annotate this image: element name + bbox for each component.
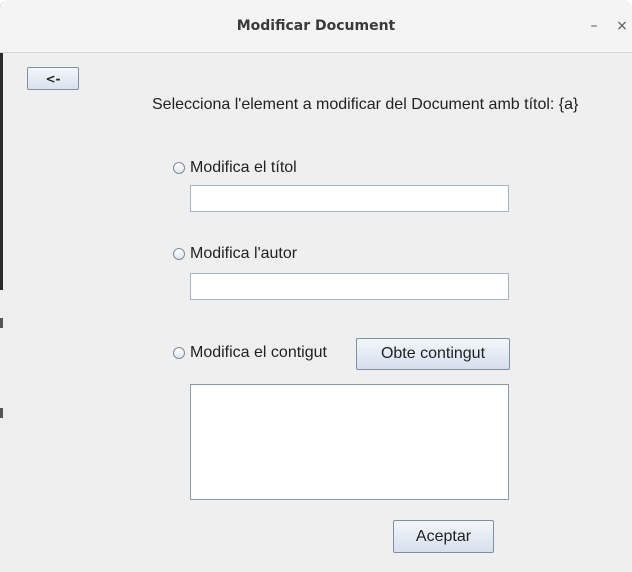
content-textarea[interactable]: [190, 384, 509, 500]
radio-modify-content-label: Modifica el contigut: [190, 344, 327, 361]
title-bar[interactable]: Modificar Document – ×: [0, 0, 632, 53]
radio-modify-author-label: Modifica l'autor: [190, 245, 298, 262]
radio-button-icon[interactable]: [173, 347, 185, 359]
get-content-button[interactable]: Obte contingut: [356, 338, 510, 370]
radio-modify-author[interactable]: Modifica l'autor: [173, 245, 297, 263]
minimize-icon[interactable]: –: [584, 16, 604, 36]
radio-button-icon[interactable]: [173, 162, 185, 174]
accept-button[interactable]: Aceptar: [393, 520, 494, 553]
back-button[interactable]: <-: [27, 67, 79, 90]
modify-document-window: Modificar Document – × <- Selecciona l'e…: [0, 0, 632, 572]
window-title: Modificar Document: [236, 18, 396, 34]
radio-modify-content[interactable]: Modifica el contigut: [173, 344, 327, 362]
window-left-edge-mark: [0, 408, 3, 418]
radio-modify-title[interactable]: Modifica el títol: [173, 159, 297, 177]
radio-button-icon[interactable]: [173, 248, 185, 260]
close-icon[interactable]: ×: [612, 16, 632, 36]
author-input[interactable]: [190, 273, 509, 300]
radio-modify-title-label: Modifica el títol: [190, 159, 297, 176]
instruction-label: Selecciona l'element a modificar del Doc…: [152, 96, 579, 113]
window-left-edge-mark: [0, 318, 3, 328]
title-input[interactable]: [190, 185, 509, 212]
